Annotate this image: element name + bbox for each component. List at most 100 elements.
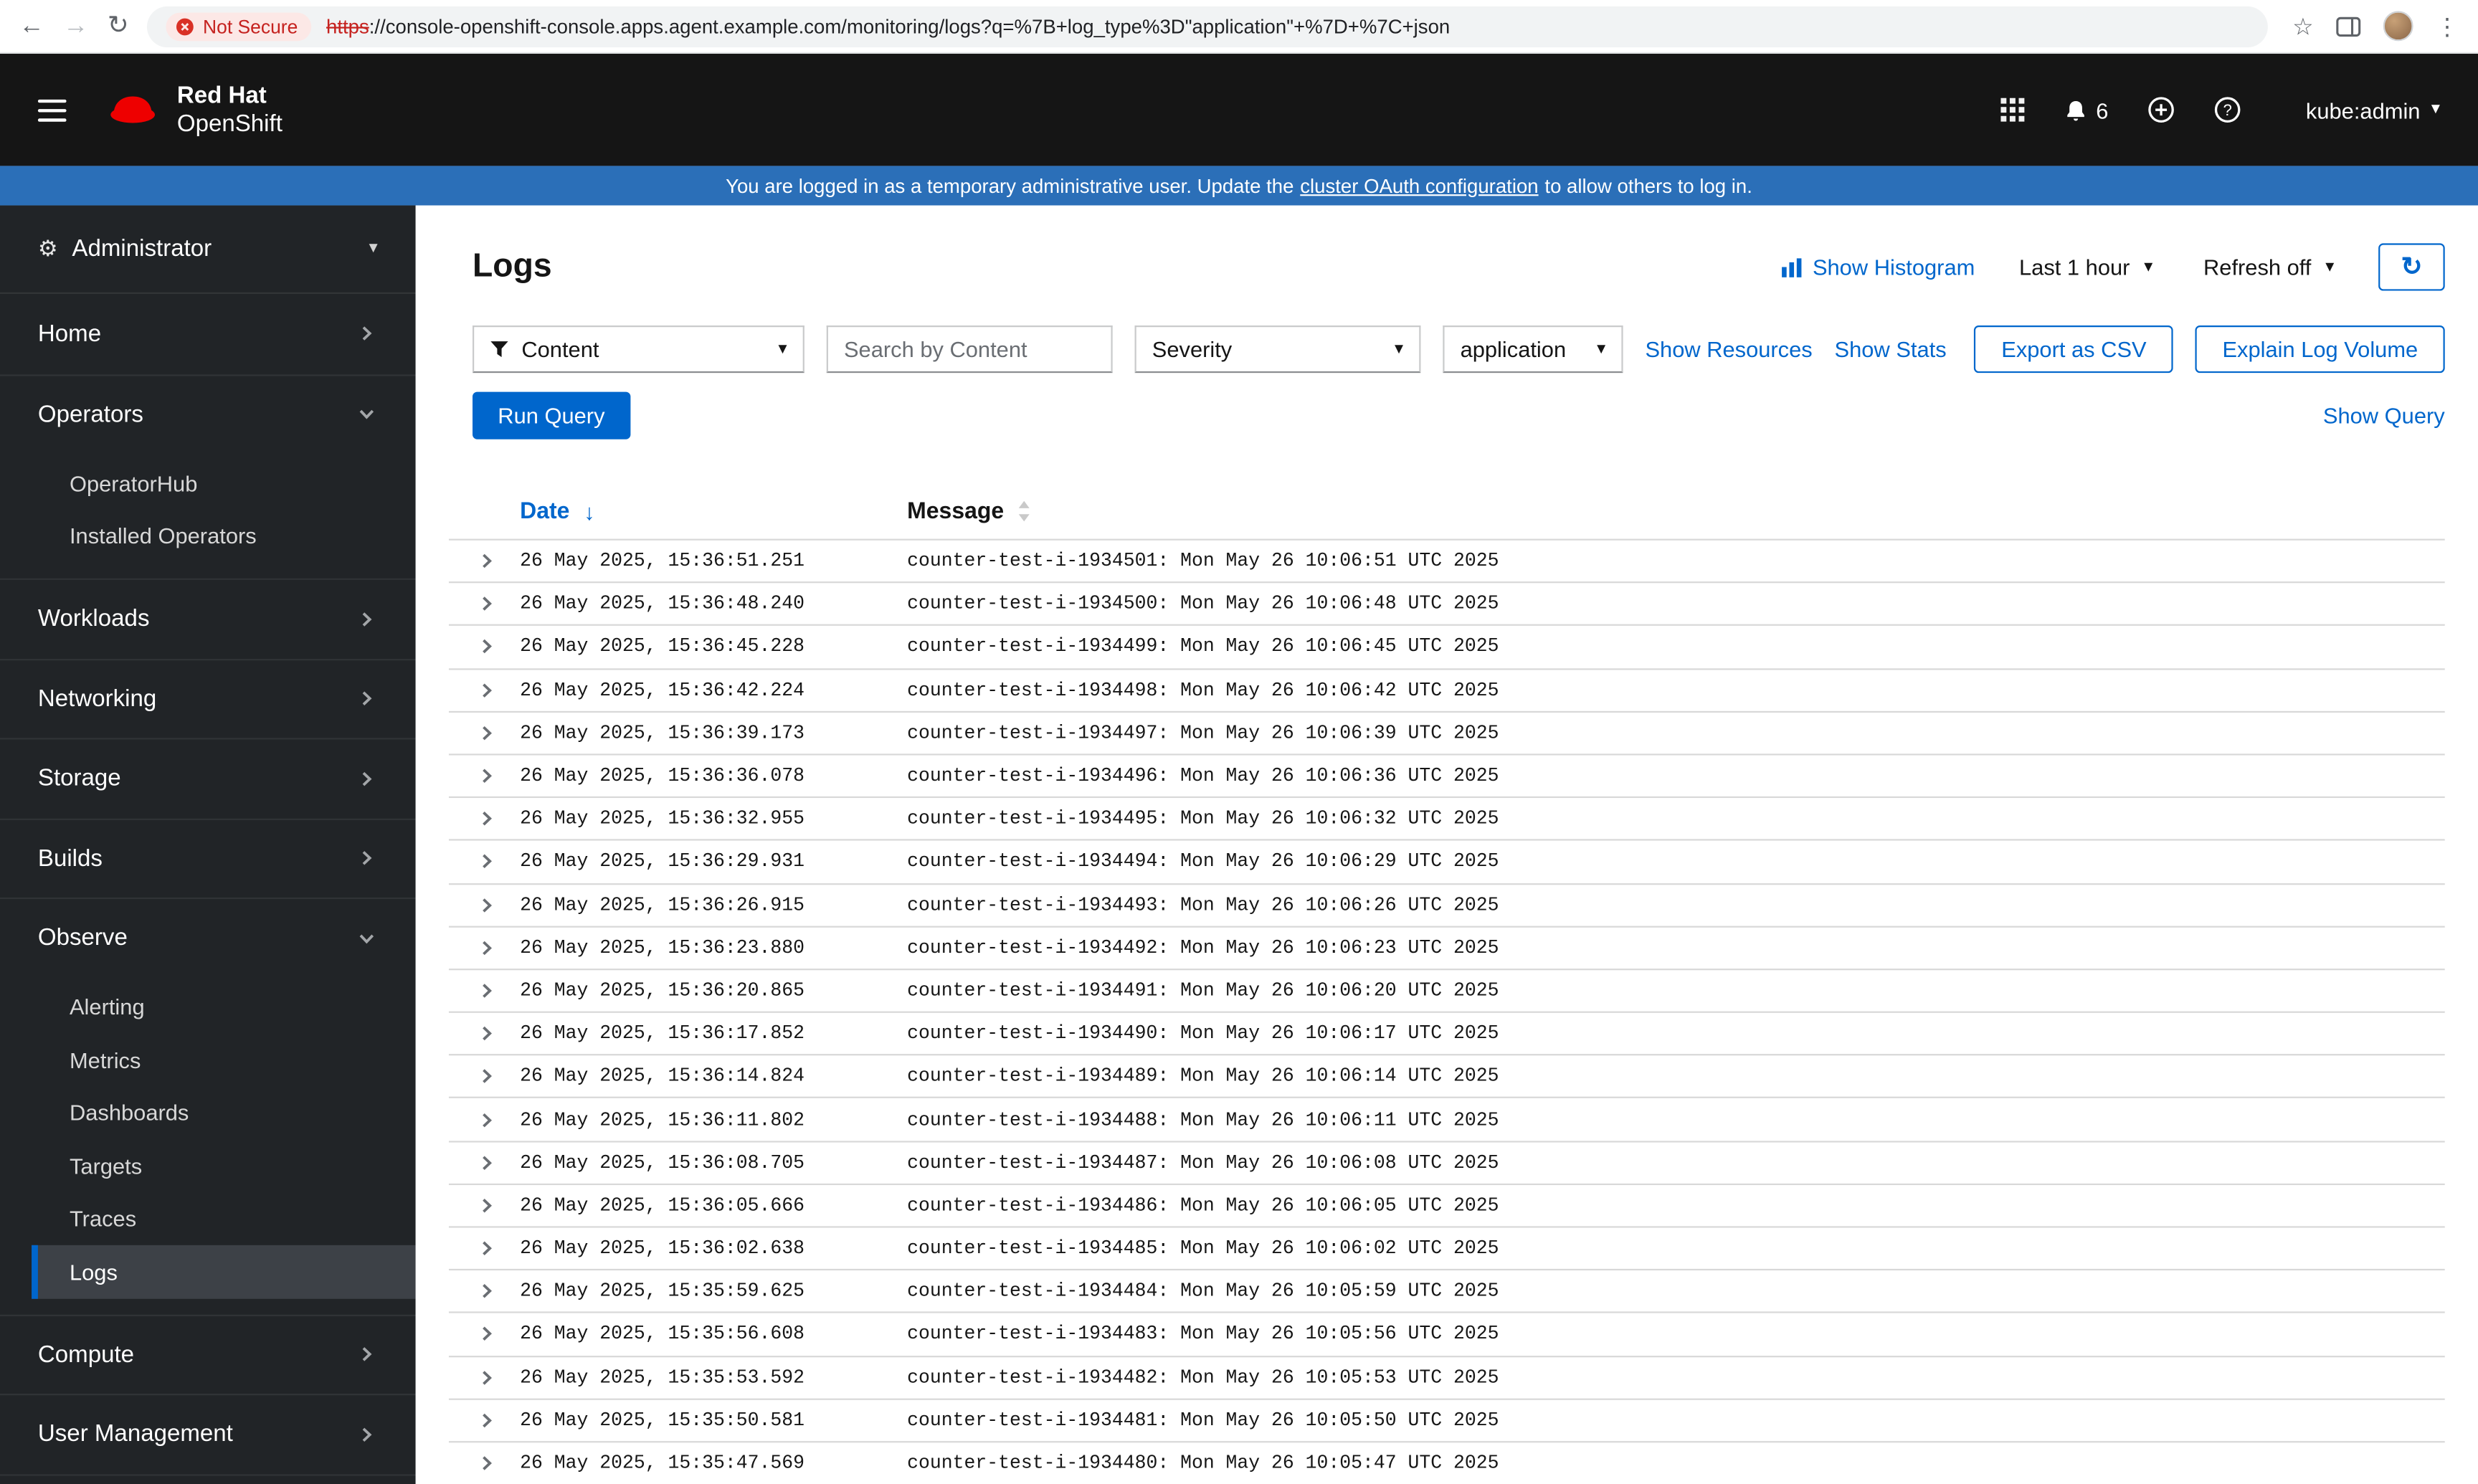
perspective-label: Administrator (72, 235, 212, 262)
table-row: 26 May 2025, 15:36:48.240 counter-test-i-… (448, 581, 2445, 625)
browser-back-button[interactable]: ← (19, 13, 44, 39)
chevron-right-icon (479, 1455, 495, 1471)
page-title: Logs (473, 248, 552, 285)
sidebar-item-user-management[interactable]: User Management (0, 1393, 416, 1473)
log-date: 26 May 2025, 15:36:14.824 (520, 1065, 804, 1088)
row-expand-button[interactable] (449, 897, 520, 913)
sidebar-item-workloads[interactable]: Workloads (0, 578, 416, 658)
redhat-openshift-logo[interactable]: Red Hat OpenShift (104, 81, 283, 138)
row-expand-button[interactable] (449, 768, 520, 784)
table-header: Date ↓ Message (449, 483, 2445, 538)
show-resources-link[interactable]: Show Resources (1645, 336, 1812, 361)
table-row: 26 May 2025, 15:36:39.173 counter-test-i-… (448, 710, 2445, 753)
content-search-input[interactable] (826, 325, 1113, 374)
column-header-message[interactable]: Message (907, 498, 2445, 524)
brand-line1: Red Hat (176, 81, 267, 108)
row-expand-button[interactable] (449, 1369, 520, 1385)
app-launcher-button[interactable] (2000, 97, 2026, 122)
column-header-date[interactable]: Date ↓ (520, 498, 907, 523)
content-filter-select[interactable]: Content ▾ (473, 325, 804, 374)
browser-profile-avatar[interactable] (2383, 11, 2413, 42)
row-expand-button[interactable] (449, 1069, 520, 1085)
browser-forward-button[interactable]: → (63, 13, 88, 39)
url-text: https://console-openshift-console.apps.a… (326, 14, 1451, 37)
import-yaml-button[interactable] (2148, 96, 2175, 123)
row-expand-button[interactable] (449, 596, 520, 612)
plus-circle-icon (2148, 97, 2175, 123)
export-csv-button[interactable]: Export as CSV (1974, 325, 2174, 374)
show-query-link[interactable]: Show Query (2323, 403, 2445, 428)
sidebar-item-networking[interactable]: Networking (0, 657, 416, 738)
show-stats-link[interactable]: Show Stats (1835, 336, 1947, 361)
row-expand-button[interactable] (449, 811, 520, 827)
sidebar-item-targets[interactable]: Targets (0, 1139, 416, 1192)
log-type-select[interactable]: application ▾ (1443, 325, 1623, 374)
bookmark-star-icon[interactable]: ☆ (2292, 12, 2314, 41)
not-secure-badge[interactable]: Not Secure (166, 11, 313, 41)
row-expand-button[interactable] (449, 682, 520, 698)
log-date: 26 May 2025, 15:36:29.931 (520, 850, 804, 873)
run-query-button[interactable]: Run Query (473, 391, 630, 439)
row-expand-button[interactable] (449, 1197, 520, 1213)
sidebar-item-metrics[interactable]: Metrics (0, 1033, 416, 1086)
table-row: 26 May 2025, 15:36:42.224 counter-test-i-… (448, 667, 2445, 710)
row-expand-button[interactable] (449, 1026, 520, 1042)
row-expand-button[interactable] (449, 1412, 520, 1428)
help-button[interactable]: ? (2214, 96, 2241, 123)
side-panel-icon[interactable] (2336, 15, 2361, 37)
explain-log-volume-button[interactable]: Explain Log Volume (2195, 325, 2445, 374)
sidebar-item-dashboards[interactable]: Dashboards (0, 1086, 416, 1139)
row-expand-button[interactable] (449, 1283, 520, 1299)
hamburger-menu-icon[interactable] (37, 98, 67, 121)
sidebar-item-home[interactable]: Home (0, 294, 416, 374)
sidebar-item-installed-operators[interactable]: Installed Operators (0, 510, 416, 563)
sidebar-item-observe[interactable]: Observe (0, 897, 416, 977)
notifications-button[interactable]: 6 (2064, 97, 2108, 123)
row-expand-button[interactable] (449, 639, 520, 655)
refresh-interval-select[interactable]: Refresh off ▾ (2197, 247, 2340, 287)
sidebar-item-storage[interactable]: Storage (0, 738, 416, 817)
row-expand-button[interactable] (449, 1240, 520, 1256)
time-range-select[interactable]: Last 1 hour ▾ (2013, 247, 2159, 287)
log-table: Date ↓ Message 26 May 2025, 15:36:51.251… (448, 483, 2445, 1484)
severity-select[interactable]: Severity ▾ (1134, 325, 1421, 374)
perspective-switcher[interactable]: ⚙ Administrator ▾ (0, 206, 416, 294)
address-bar[interactable]: Not Secure https://console-openshift-con… (147, 5, 2267, 47)
row-expand-button[interactable] (449, 1455, 520, 1471)
chevron-right-icon (479, 1369, 495, 1385)
log-table-body: 26 May 2025, 15:36:51.251 counter-test-i-… (448, 538, 2445, 1484)
log-date: 26 May 2025, 15:35:59.625 (520, 1280, 804, 1303)
chevron-right-icon (479, 1197, 495, 1213)
sidebar-item-builds[interactable]: Builds (0, 817, 416, 898)
browser-menu-icon[interactable]: ⋮ (2435, 12, 2459, 41)
caret-down-icon: ▾ (369, 238, 378, 258)
chevron-right-icon (479, 768, 495, 784)
user-menu[interactable]: kube:admin ▾ (2306, 97, 2440, 123)
table-row: 26 May 2025, 15:36:45.228 counter-test-i-… (448, 624, 2445, 667)
sidebar-item-operators[interactable]: Operators (0, 374, 416, 453)
sidebar-item-administration[interactable]: Administration (0, 1473, 416, 1484)
chevron-right-icon (479, 725, 495, 741)
sidebar-item-compute[interactable]: Compute (0, 1313, 416, 1394)
row-expand-button[interactable] (449, 1112, 520, 1128)
row-expand-button[interactable] (449, 725, 520, 741)
sidebar-item-traces[interactable]: Traces (0, 1192, 416, 1245)
row-expand-button[interactable] (449, 553, 520, 569)
row-expand-button[interactable] (449, 1326, 520, 1342)
row-expand-button[interactable] (449, 940, 520, 956)
sidebar-item-logs[interactable]: Logs (32, 1245, 416, 1298)
table-row: 26 May 2025, 15:36:20.865 counter-test-i-… (448, 968, 2445, 1012)
browser-reload-button[interactable]: ↻ (108, 13, 129, 39)
cluster-oauth-configuration-link[interactable]: cluster OAuth configuration (1300, 175, 1538, 197)
sidebar-item-alerting[interactable]: Alerting (0, 981, 416, 1034)
gear-icon: ⚙ (37, 235, 58, 261)
chevron-right-icon (479, 940, 495, 956)
row-expand-button[interactable] (449, 1155, 520, 1171)
sidebar-item-operatorhub[interactable]: OperatorHub (0, 457, 416, 510)
row-expand-button[interactable] (449, 983, 520, 999)
log-message: counter-test-i-1934481: Mon May 26 10:05… (907, 1409, 1499, 1432)
refresh-button[interactable]: ↻ (2378, 243, 2445, 291)
show-histogram-link[interactable]: Show Histogram (1781, 255, 1975, 280)
table-row: 26 May 2025, 15:36:36.078 counter-test-i-… (448, 753, 2445, 796)
row-expand-button[interactable] (449, 854, 520, 870)
